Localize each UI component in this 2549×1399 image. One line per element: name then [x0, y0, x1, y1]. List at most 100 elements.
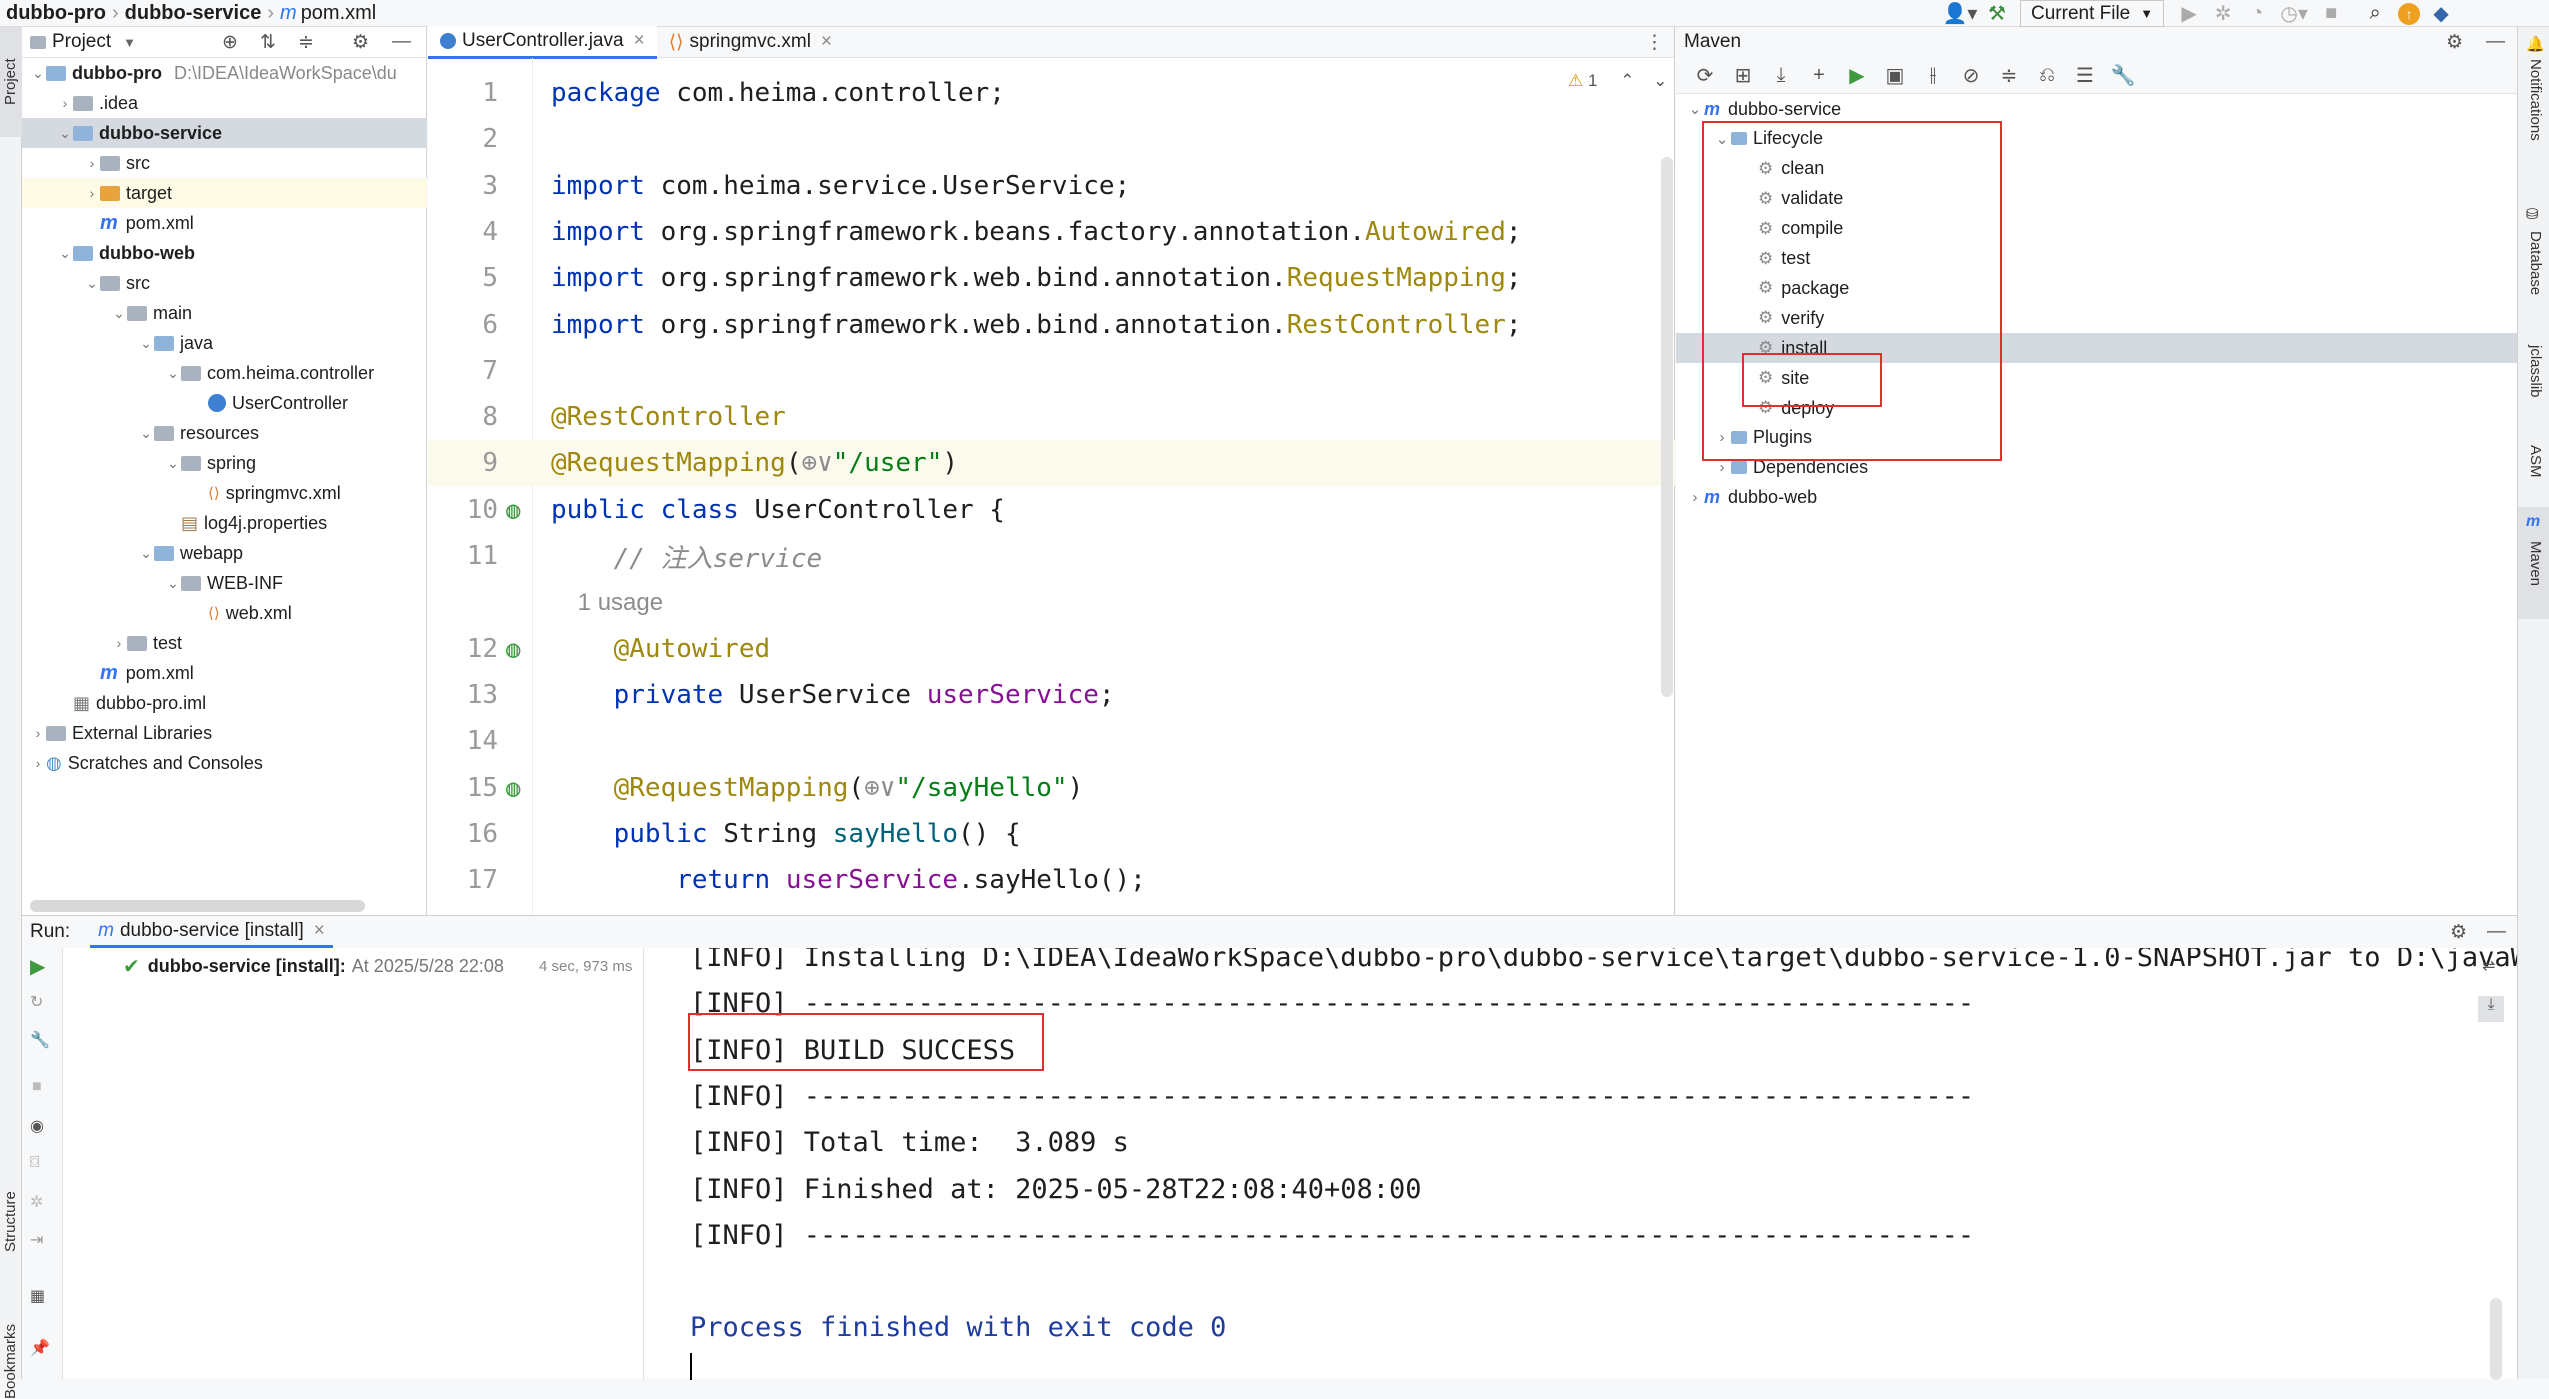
project-tree-item[interactable]: ⌄ webapp	[22, 538, 427, 568]
stop-icon[interactable]: ■	[32, 1078, 42, 1096]
project-tree-item[interactable]: m pom.xml	[22, 658, 427, 688]
code-line[interactable]: 8 @RestController	[428, 394, 1675, 440]
breadcrumb-project[interactable]: dubbo-pro	[0, 2, 112, 25]
chevron-down-icon[interactable]: ⌄	[138, 335, 154, 352]
close-icon[interactable]: ×	[634, 30, 645, 52]
collapse-icon[interactable]: ≑	[1994, 60, 2024, 90]
project-tree-item[interactable]: ⌄ com.heima.controller	[22, 358, 427, 388]
search-icon[interactable]: ⌕	[2358, 2, 2392, 25]
maven-tree-item[interactable]: › m dubbo-web	[1676, 483, 2517, 513]
chevron-down-icon[interactable]: ⌄	[57, 245, 73, 262]
user-icon[interactable]: 👤▾	[1940, 1, 1980, 26]
tab-usercontroller[interactable]: UserController.java ×	[428, 25, 657, 59]
show-dependencies-icon[interactable]: ⎌	[2032, 60, 2062, 90]
settings-icon[interactable]: ✲	[30, 1192, 43, 1212]
code-line[interactable]: 4 import org.springframework.beans.factor…	[428, 209, 1675, 255]
code-line[interactable]: 1 package com.heima.controller;	[428, 70, 1675, 116]
run-tree-item[interactable]: ✔ dubbo-service [install]: At 2025/5/28 …	[123, 954, 504, 979]
coverage-icon[interactable]: ◔	[2240, 2, 2274, 25]
export-icon[interactable]: ⇥	[30, 1230, 43, 1250]
add-folder-icon[interactable]: ⊞	[1728, 60, 1758, 90]
chevron-right-icon[interactable]: ›	[30, 755, 46, 771]
project-tree-item[interactable]: ⌄ dubbo-pro D:\IDEA\IdeaWorkSpace\du	[22, 58, 427, 88]
reload-icon[interactable]: ⟳	[1690, 60, 1720, 90]
chevron-down-icon[interactable]: ⌄	[111, 305, 127, 322]
run-config-select[interactable]: Current File ▼	[2020, 0, 2165, 27]
code-line[interactable]: 15 ◍ @RequestMapping(⊕∨"/sayHello")	[428, 765, 1675, 811]
jclasslib-tool-tab[interactable]: jclasslib	[2527, 345, 2544, 398]
project-tree-item[interactable]: › target	[22, 178, 427, 208]
chevron-right-icon[interactable]: ›	[57, 95, 73, 111]
chevron-down-icon[interactable]: ⌄	[138, 425, 154, 442]
maven-tree-item[interactable]: ⌄ m dubbo-service	[1676, 94, 2517, 124]
chevron-down-icon[interactable]: ⌄	[30, 65, 46, 82]
code-line[interactable]: 1 usage	[428, 579, 1675, 625]
project-tree-item[interactable]: ⌄ WEB-INF	[22, 568, 427, 598]
eye-icon[interactable]: ◉	[30, 1116, 44, 1136]
code-area[interactable]: 1 package com.heima.controller; 2 3 import c…	[428, 58, 1675, 915]
chevron-down-icon[interactable]: ⌄	[165, 455, 181, 472]
gear-icon[interactable]: ⚙	[352, 31, 369, 54]
rerun-icon[interactable]: ▶	[30, 954, 45, 979]
close-icon[interactable]: ×	[821, 31, 832, 53]
chevron-down-icon[interactable]: ⌄	[57, 125, 73, 142]
chevron-down-icon[interactable]: ⌄	[165, 365, 181, 382]
code-line[interactable]: 7	[428, 348, 1675, 394]
code-line[interactable]: 5 import org.springframework.web.bind.ann…	[428, 255, 1675, 301]
debug-icon[interactable]: ✲	[2206, 1, 2240, 26]
project-tree-item[interactable]: m pom.xml	[22, 208, 427, 238]
spring-bean-icon[interactable]: ◍	[506, 774, 520, 802]
project-tree-item[interactable]: ⌄ main	[22, 298, 427, 328]
scroll-to-end-icon[interactable]: ⤓	[2478, 996, 2504, 1022]
chevron-down-icon[interactable]: ▼	[123, 35, 136, 50]
chevron-right-icon[interactable]: ›	[84, 155, 100, 171]
wrench-icon[interactable]: 🔧	[30, 1030, 50, 1050]
code-line[interactable]: 2	[428, 116, 1675, 162]
structure-tool-tab[interactable]: Structure	[2, 1191, 19, 1252]
collapse-all-icon[interactable]: ≑	[298, 31, 314, 54]
download-icon[interactable]: ⤓	[1766, 60, 1796, 90]
vertical-scrollbar[interactable]	[1661, 157, 1673, 697]
spring-bean-icon[interactable]: ◍	[506, 635, 520, 663]
project-tree-item[interactable]: ⌄ resources	[22, 418, 427, 448]
bookmarks-tool-tab[interactable]: Bookmarks	[2, 1324, 19, 1399]
project-tree-item[interactable]: ⌄ dubbo-web	[22, 238, 427, 268]
tab-springmvc[interactable]: ⟨⟩ springmvc.xml ×	[657, 27, 844, 57]
project-tree-item[interactable]: › test	[22, 628, 427, 658]
project-tree-item[interactable]: ⌄ src	[22, 268, 427, 298]
code-line[interactable]: 3 import com.heima.service.UserService;	[428, 163, 1675, 209]
project-view-select[interactable]: Project	[52, 31, 111, 53]
code-line[interactable]: 17 return userService.sayHello();	[428, 857, 1675, 903]
soft-wrap-icon[interactable]: ⇌	[2482, 956, 2495, 976]
skip-tests-icon[interactable]: ⊘	[1956, 60, 1986, 90]
minimize-icon[interactable]: —	[392, 31, 411, 53]
ide-logo-icon[interactable]: ◆	[2426, 1, 2456, 26]
close-icon[interactable]: ×	[314, 920, 325, 942]
gear-icon[interactable]: ⚙	[2446, 31, 2463, 54]
database-tool-tab[interactable]: Database	[2527, 231, 2544, 295]
horizontal-scrollbar[interactable]	[30, 900, 365, 912]
update-icon[interactable]: ↑	[2398, 2, 2421, 25]
project-tree-item[interactable]: ⟨⟩ web.xml	[22, 598, 427, 628]
asm-tool-tab[interactable]: ASM	[2527, 445, 2544, 478]
add-icon[interactable]: +	[1804, 60, 1834, 90]
layout-icon[interactable]: ▦	[30, 1286, 45, 1306]
tab-run-install[interactable]: m dubbo-service [install] ×	[90, 916, 333, 948]
project-tree-item[interactable]: › src	[22, 148, 427, 178]
minimize-icon[interactable]: —	[2487, 921, 2506, 943]
toggle-offline-icon[interactable]: ⫲	[1918, 60, 1948, 90]
vertical-scrollbar[interactable]	[2490, 1298, 2502, 1380]
project-tool-tab[interactable]: Project	[0, 27, 22, 137]
more-tabs-icon[interactable]: ⋮	[1645, 31, 1664, 54]
console-output[interactable]: [INFO] Installing D:\IDEA\IdeaWorkSpace\…	[644, 948, 2517, 1380]
project-tree-item[interactable]: ⌄ dubbo-service	[22, 118, 427, 148]
chevron-down-icon[interactable]: ⌄	[138, 545, 154, 562]
code-line[interactable]: 14	[428, 718, 1675, 764]
project-tree-item[interactable]: ⌄ java	[22, 328, 427, 358]
run-icon[interactable]: ▶	[1842, 60, 1872, 90]
project-tree-item[interactable]: ▤ log4j.properties	[22, 508, 427, 538]
project-tree-item[interactable]: › ◍ Scratches and Consoles	[22, 748, 427, 778]
execute-goal-icon[interactable]: ▣	[1880, 60, 1910, 90]
hammer-icon[interactable]: ⚒	[1980, 1, 2014, 26]
camera-icon[interactable]: ⌼	[30, 1154, 40, 1172]
